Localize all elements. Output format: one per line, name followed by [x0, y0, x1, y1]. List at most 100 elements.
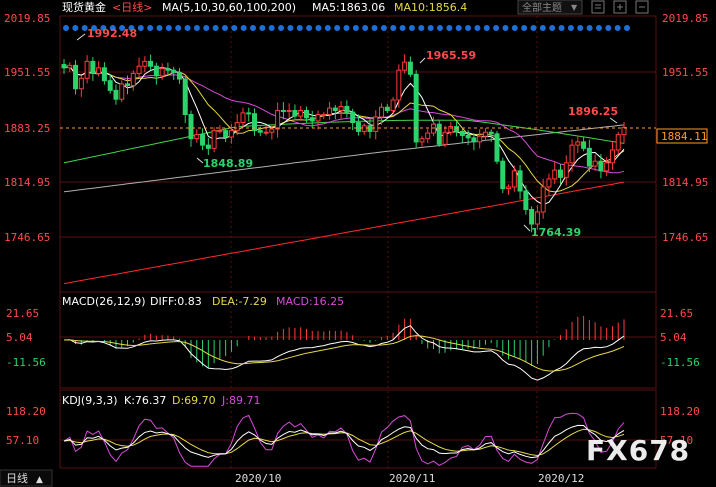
chevron-up-icon: ▲	[36, 475, 43, 485]
macd-label: MACD(26,12,9)	[62, 295, 146, 308]
event-dot[interactable]	[203, 25, 210, 31]
event-dot[interactable]	[221, 25, 228, 31]
macd-right-tick-3: -11.56	[660, 356, 700, 369]
annotation-low-1: 1848.89	[203, 157, 253, 170]
event-dot[interactable]	[287, 25, 294, 31]
event-dot[interactable]	[278, 25, 285, 31]
event-dot[interactable]	[530, 25, 537, 31]
candle	[211, 127, 217, 153]
annotation-low-2: 1764.39	[531, 226, 581, 239]
event-dot[interactable]	[558, 25, 565, 31]
event-dot[interactable]	[427, 25, 434, 31]
event-dot[interactable]	[212, 25, 219, 31]
event-dot[interactable]	[63, 25, 69, 31]
kdj-right-tick-1: 118.20	[660, 405, 700, 418]
event-dot[interactable]	[567, 25, 574, 31]
event-dot[interactable]	[455, 25, 462, 31]
candle	[436, 120, 442, 147]
event-dot[interactable]	[474, 25, 481, 31]
event-dot[interactable]	[549, 25, 556, 31]
instrument-title: 现货黄金	[62, 0, 106, 14]
event-dot[interactable]	[362, 25, 369, 31]
event-dot[interactable]	[352, 25, 359, 31]
event-dot[interactable]	[390, 25, 397, 31]
macd-diff-value: DIFF:0.83	[150, 295, 202, 308]
event-dot[interactable]	[268, 25, 275, 31]
candle	[494, 130, 500, 165]
event-dot[interactable]	[72, 25, 79, 31]
event-dot[interactable]	[586, 25, 593, 31]
event-dot[interactable]	[539, 25, 546, 31]
fx678-watermark: FX678	[586, 434, 690, 467]
ma10-value: MA10:1856.4	[394, 1, 467, 14]
left-tick-1: 2019.85	[4, 12, 50, 25]
event-dot[interactable]	[137, 25, 144, 31]
right-tick-4: 1814.95	[662, 176, 708, 189]
kdj-left-tick-1: 118.20	[6, 405, 46, 418]
event-dot[interactable]	[156, 25, 163, 31]
annotation-high-2: 1965.59	[426, 49, 476, 62]
current-price-label: 1884.11	[661, 130, 707, 143]
event-dot[interactable]	[240, 25, 247, 31]
time-label-dec: 2020/12	[538, 472, 584, 485]
left-tick-4: 1814.95	[4, 176, 50, 189]
left-tick-3: 1883.25	[4, 122, 50, 135]
event-dot[interactable]	[315, 25, 322, 31]
event-dot[interactable]	[193, 25, 200, 31]
kdj-k-value: K:76.37	[124, 394, 166, 407]
event-dot[interactable]	[165, 25, 172, 31]
event-dot[interactable]	[502, 25, 509, 31]
event-dot[interactable]	[380, 25, 387, 31]
event-dot[interactable]	[408, 25, 415, 31]
right-tick-5: 1746.65	[662, 231, 708, 244]
macd-right-tick-1: 21.65	[660, 307, 693, 320]
event-dot[interactable]	[184, 25, 191, 31]
macd-left-tick-2: 5.04	[6, 331, 33, 344]
event-dot[interactable]	[595, 25, 602, 31]
event-dot[interactable]	[175, 25, 182, 31]
event-dot[interactable]	[511, 25, 518, 31]
event-dot[interactable]	[614, 25, 621, 31]
event-dot[interactable]	[306, 25, 313, 31]
event-dot[interactable]	[324, 25, 331, 31]
event-dot[interactable]	[521, 25, 528, 31]
event-dot[interactable]	[371, 25, 378, 31]
event-dots[interactable]	[63, 25, 630, 31]
ma5-value: MA5:1863.06	[312, 1, 385, 14]
event-dot[interactable]	[296, 25, 303, 31]
event-dot[interactable]	[465, 25, 472, 31]
event-dot[interactable]	[418, 25, 425, 31]
kdj-j-value: J:89.71	[221, 394, 260, 407]
event-dot[interactable]	[259, 25, 266, 31]
candle	[119, 80, 125, 102]
time-axis-bar	[0, 469, 716, 487]
time-label-nov: 2020/11	[389, 472, 435, 485]
event-dot[interactable]	[446, 25, 453, 31]
macd-macd-value: MACD:16.25	[276, 295, 344, 308]
theme-selector-label: 全部主题	[522, 1, 562, 14]
kdj-left-tick-2: 57.10	[6, 434, 39, 447]
annotation-high-3: 1896.25	[568, 105, 618, 118]
chevron-down-icon: ▼	[571, 3, 578, 12]
event-dot[interactable]	[483, 25, 490, 31]
candle	[413, 70, 419, 148]
event-dot[interactable]	[147, 25, 154, 31]
event-dot[interactable]	[577, 25, 584, 31]
event-dot[interactable]	[250, 25, 256, 31]
period-switch-label: 日线	[6, 471, 28, 485]
macd-left-tick-1: 21.65	[6, 307, 39, 320]
event-dot[interactable]	[334, 25, 341, 31]
macd-left-tick-3: -11.56	[6, 356, 46, 369]
event-dot[interactable]	[624, 25, 630, 31]
gold-daily-chart: 1992.48 1965.59 1896.25 1848.89 1764.39 …	[0, 0, 716, 487]
period-selector[interactable]: <日线>	[112, 0, 152, 14]
macd-dea-value: DEA:-7.29	[212, 295, 267, 308]
candle	[500, 157, 506, 193]
event-dot[interactable]	[605, 25, 612, 31]
event-dot[interactable]	[493, 25, 500, 31]
event-dot[interactable]	[343, 25, 350, 31]
macd-right-tick-2: 5.04	[660, 331, 687, 344]
event-dot[interactable]	[437, 25, 443, 31]
event-dot[interactable]	[399, 25, 406, 31]
event-dot[interactable]	[231, 25, 238, 31]
